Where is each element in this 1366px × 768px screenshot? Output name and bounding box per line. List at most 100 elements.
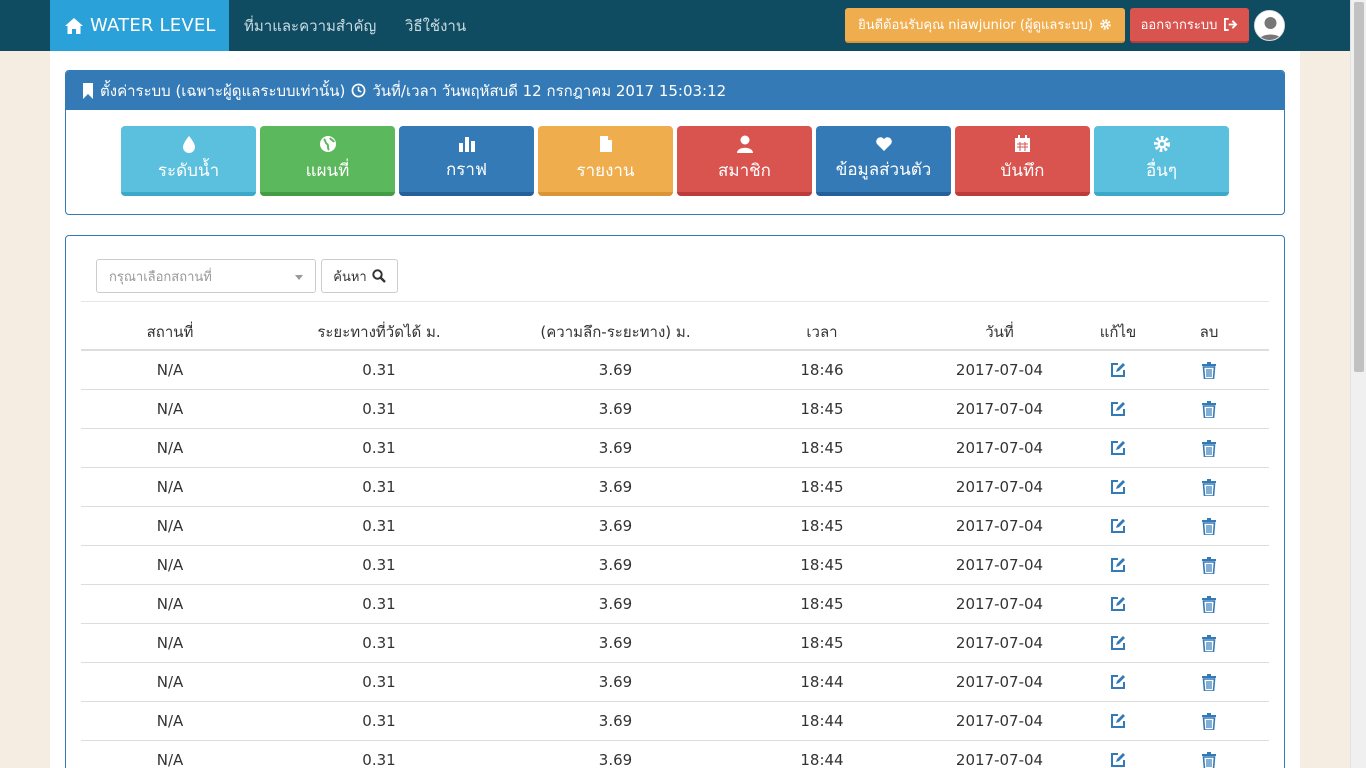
water-level-table-panel: กรุณาเลือกสถานที่ ค้นหา สถานที่ ระยะทางท… [65,235,1285,768]
cell-edit [1087,584,1149,624]
tint-icon [182,135,195,153]
cell-location: N/A [81,662,259,702]
cell-delete [1149,584,1269,624]
trash-icon[interactable] [1202,595,1216,613]
cell-location: N/A [81,428,259,468]
cell-date: 2017-07-04 [912,428,1087,468]
trash-icon[interactable] [1202,673,1216,691]
cell-edit [1087,467,1149,507]
cell-location: N/A [81,350,259,390]
tile-profile[interactable]: ข้อมูลส่วนตัว [816,126,951,196]
tile-map[interactable]: แผนที่ [260,126,395,196]
cell-time: 18:44 [732,701,912,741]
col-date: วันที่ [912,314,1087,351]
clock-icon [351,83,366,98]
welcome-user-button[interactable]: ยินดีต้อนรับคุณ niawjunior (ผู้ดูแลระบบ) [845,8,1125,43]
col-edit: แก้ไข [1087,314,1149,351]
trash-icon[interactable] [1202,751,1216,768]
nav-link-background[interactable]: ที่มาและความสำคัญ [244,0,376,51]
cell-measured-distance: 0.31 [259,350,499,390]
cell-measured-distance: 0.31 [259,389,499,429]
user-avatar[interactable] [1254,10,1285,41]
cell-delete [1149,662,1269,702]
scrollbar-thumb[interactable] [1354,2,1364,372]
cell-depth-minus-distance: 3.69 [499,350,732,390]
table-header-row: สถานที่ ระยะทางที่วัดได้ ม. (ความลึก-ระย… [81,314,1269,351]
cell-date: 2017-07-04 [912,545,1087,585]
edit-icon[interactable] [1110,674,1126,690]
cell-measured-distance: 0.31 [259,506,499,546]
logout-button[interactable]: ออกจากระบบ [1130,8,1249,43]
cell-depth-minus-distance: 3.69 [499,506,732,546]
settings-panel-header: ตั้งค่าระบบ (เฉพาะผู้ดูแลระบบเท่านั้น) ว… [66,71,1284,110]
table-row: N/A 0.31 3.69 18:45 2017-07-04 [81,428,1269,468]
welcome-label: ยินดีต้อนรับคุณ niawjunior (ผู้ดูแลระบบ) [858,18,1093,33]
trash-icon[interactable] [1202,478,1216,496]
calendar-icon [1015,134,1030,152]
edit-icon[interactable] [1110,362,1126,378]
tile-water-level[interactable]: ระดับน้ำ [121,126,256,196]
trash-icon[interactable] [1202,361,1216,379]
edit-icon[interactable] [1110,635,1126,651]
cell-edit [1087,623,1149,663]
edit-icon[interactable] [1110,401,1126,417]
trash-icon[interactable] [1202,517,1216,535]
tile-report[interactable]: รายงาน [538,126,673,196]
page-scrollbar[interactable] [1350,0,1366,768]
col-measured-distance: ระยะทางที่วัดได้ ม. [259,314,499,351]
cell-edit [1087,506,1149,546]
cell-time: 18:45 [732,467,912,507]
cell-time: 18:45 [732,506,912,546]
trash-icon[interactable] [1202,634,1216,652]
cell-delete [1149,545,1269,585]
cell-delete [1149,506,1269,546]
table-row: N/A 0.31 3.69 18:45 2017-07-04 [81,623,1269,663]
cell-date: 2017-07-04 [912,506,1087,546]
bar-chart-icon [458,136,475,152]
location-select-placeholder: กรุณาเลือกสถานที่ [109,269,212,285]
cell-measured-distance: 0.31 [259,623,499,663]
edit-icon[interactable] [1110,479,1126,495]
cell-time: 18:45 [732,545,912,585]
tile-graph[interactable]: กราฟ [399,126,534,196]
tile-members[interactable]: สมาชิก [677,126,812,196]
cell-date: 2017-07-04 [912,701,1087,741]
brand-home-link[interactable]: WATER LEVEL [50,0,229,51]
edit-icon[interactable] [1110,440,1126,456]
search-button-label: ค้นหา [333,269,367,285]
file-icon [599,135,612,152]
tile-log[interactable]: บันทึก [955,126,1090,196]
cell-measured-distance: 0.31 [259,662,499,702]
cell-date: 2017-07-04 [912,350,1087,390]
tile-others[interactable]: อื่นๆ [1094,126,1229,196]
trash-icon[interactable] [1202,400,1216,418]
trash-icon[interactable] [1202,556,1216,574]
logout-label: ออกจากระบบ [1140,18,1218,33]
search-button[interactable]: ค้นหา [321,259,398,293]
menu-tiles: ระดับน้ำ แผนที่ กราฟ รายงาน สมาชิก ข้อมู… [121,126,1229,196]
cell-date: 2017-07-04 [912,623,1087,663]
cell-location: N/A [81,467,259,507]
edit-icon[interactable] [1110,518,1126,534]
edit-icon[interactable] [1110,713,1126,729]
cell-location: N/A [81,389,259,429]
table-row: N/A 0.31 3.69 18:45 2017-07-04 [81,584,1269,624]
cell-date: 2017-07-04 [912,389,1087,429]
cell-depth-minus-distance: 3.69 [499,740,732,768]
trash-icon[interactable] [1202,439,1216,457]
main-content: ตั้งค่าระบบ (เฉพาะผู้ดูแลระบบเท่านั้น) ว… [50,51,1300,768]
tile-label: บันทึก [1000,160,1045,181]
cell-depth-minus-distance: 3.69 [499,428,732,468]
cell-date: 2017-07-04 [912,467,1087,507]
edit-icon[interactable] [1110,752,1126,768]
trash-icon[interactable] [1202,712,1216,730]
edit-icon[interactable] [1110,557,1126,573]
tile-label: ระดับน้ำ [157,160,220,181]
tile-label: ข้อมูลส่วนตัว [835,159,932,180]
cell-time: 18:45 [732,623,912,663]
edit-icon[interactable] [1110,596,1126,612]
location-select[interactable]: กรุณาเลือกสถานที่ [96,259,316,293]
nav-link-howto[interactable]: วิธีใช้งาน [405,0,466,51]
table-row: N/A 0.31 3.69 18:46 2017-07-04 [81,350,1269,390]
tile-label: แผนที่ [305,160,350,181]
